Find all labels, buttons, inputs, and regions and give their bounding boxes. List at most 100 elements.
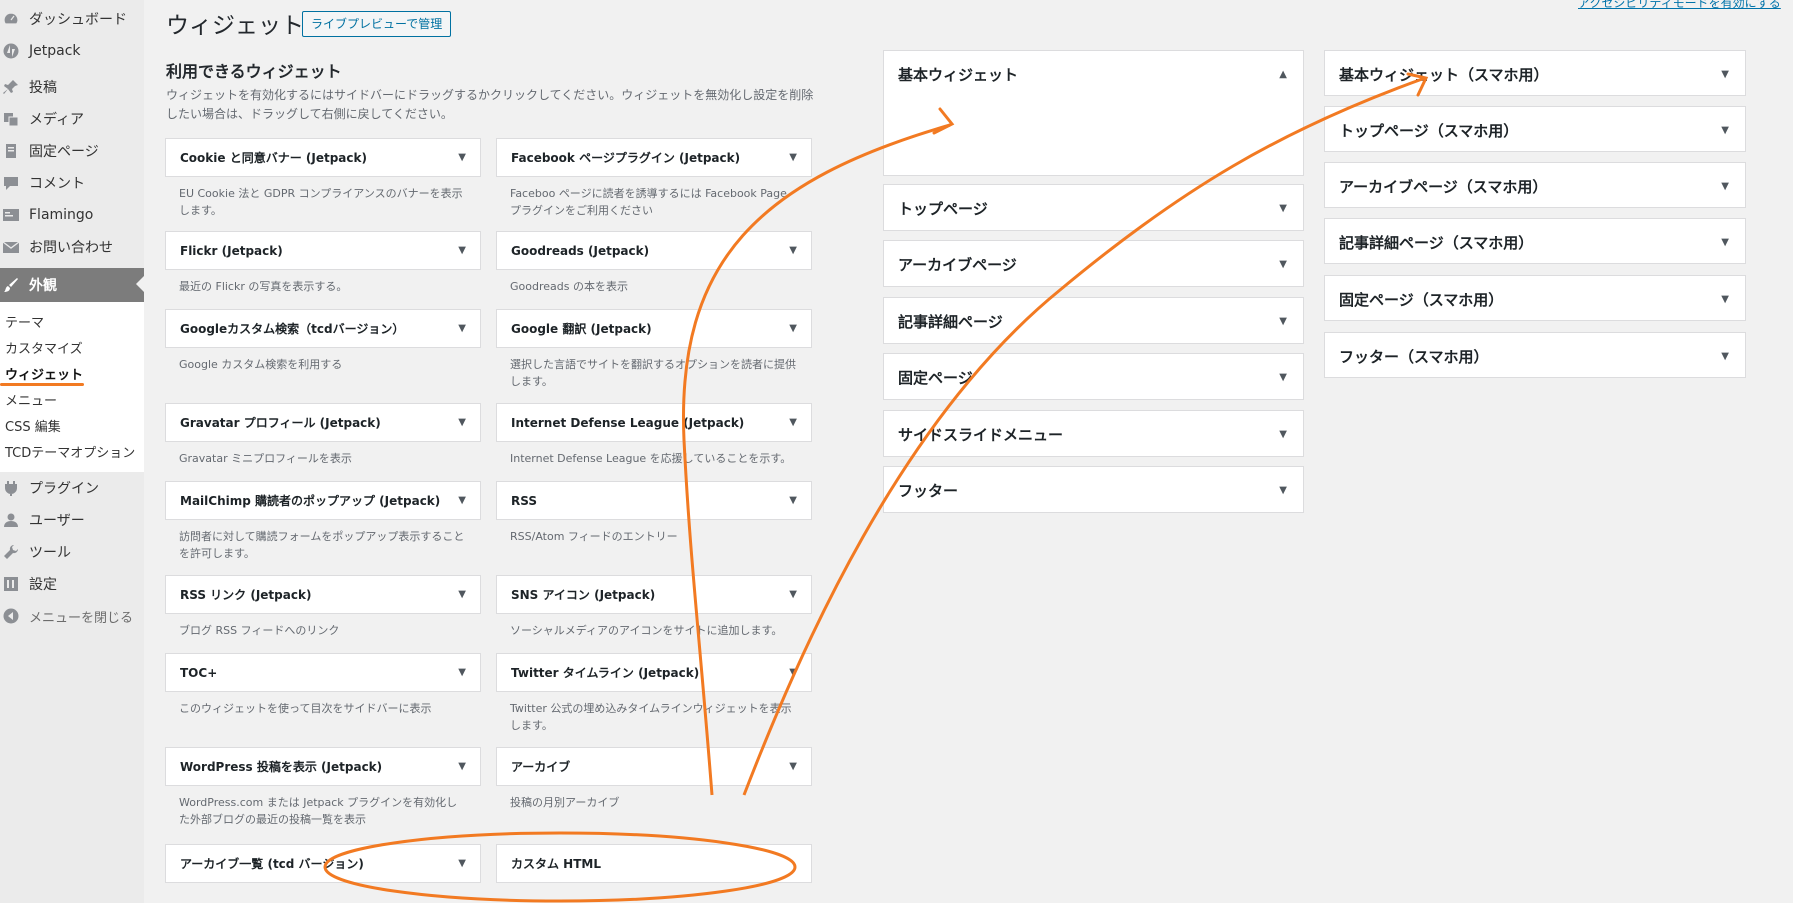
sidebar-item-label: ダッシュボード: [29, 12, 127, 28]
chevron-down-icon[interactable]: ▼: [458, 589, 466, 600]
chevron-down-icon[interactable]: ▼: [1279, 203, 1287, 214]
chevron-down-icon[interactable]: ▼: [458, 667, 466, 678]
sidebar-item-label: Jetpack: [29, 43, 81, 59]
submenu-item-customize[interactable]: カスタマイズ: [0, 334, 144, 360]
chevron-down-icon[interactable]: ▼: [789, 761, 797, 772]
chevron-down-icon[interactable]: ▼: [458, 417, 466, 428]
chevron-down-icon[interactable]: ▼: [789, 417, 797, 428]
submenu-item-tcd-options[interactable]: TCDテーマオプション: [0, 438, 144, 464]
widget-toc-plus[interactable]: TOC+ ▼ このウィジェットを使って目次をサイドバーに表示: [165, 653, 481, 717]
collapse-menu-button[interactable]: メニューを閉じる: [0, 600, 144, 632]
chevron-down-icon[interactable]: ▼: [789, 245, 797, 256]
widget-goodreads[interactable]: Goodreads (Jetpack) ▼ Goodreads の本を表示: [496, 231, 812, 295]
sidebar-item-tools[interactable]: ツール: [0, 536, 144, 568]
widget-cookie-banner[interactable]: Cookie と同意バナー (Jetpack) ▼ EU Cookie 法と GD…: [165, 138, 481, 219]
area-top-page[interactable]: トップページ ▼: [883, 184, 1304, 231]
chevron-down-icon[interactable]: ▼: [1721, 125, 1729, 136]
submenu-item-themes[interactable]: テーマ: [0, 308, 144, 334]
area-archive-page[interactable]: アーカイブページ ▼: [883, 240, 1304, 287]
widget-title: SNS アイコン (Jetpack): [511, 588, 656, 602]
sidebar-item-users[interactable]: ユーザー: [0, 504, 144, 536]
area-single-page[interactable]: 記事詳細ページ ▼: [883, 297, 1304, 344]
widget-description: Google カスタム検索を利用する: [179, 358, 343, 371]
chevron-down-icon[interactable]: ▼: [1721, 294, 1729, 305]
chevron-down-icon[interactable]: ▼: [458, 323, 466, 334]
area-static-page-sp[interactable]: 固定ページ（スマホ用） ▼: [1324, 275, 1746, 321]
chevron-down-icon[interactable]: ▼: [1721, 181, 1729, 192]
sidebar-item-label: プラグイン: [29, 481, 99, 497]
sidebar-item-media[interactable]: メディア: [0, 103, 144, 135]
chevron-down-icon[interactable]: ▼: [789, 152, 797, 163]
widget-title: Gravatar プロフィール (Jetpack): [180, 416, 381, 430]
sidebar-item-label: メディア: [29, 112, 85, 128]
sidebar-item-posts[interactable]: 投稿: [0, 71, 144, 103]
chevron-down-icon[interactable]: ▼: [1279, 372, 1287, 383]
widget-facebook-page[interactable]: Facebook ページプラグイン (Jetpack) ▼ Faceboo ページ…: [496, 138, 812, 219]
widget-flickr[interactable]: Flickr (Jetpack) ▼ 最近の Flickr の写真を表示する。: [165, 231, 481, 295]
media-icon: [1, 109, 21, 129]
widget-wordpress-posts[interactable]: WordPress 投稿を表示 (Jetpack) ▼ WordPress.com…: [165, 747, 481, 828]
chevron-down-icon[interactable]: ▼: [789, 323, 797, 334]
widget-description: 投稿の月別アーカイブ: [510, 796, 620, 809]
sidebar-item-label: ツール: [29, 545, 71, 561]
chevron-down-icon[interactable]: ▼: [1721, 351, 1729, 362]
chevron-down-icon[interactable]: ▼: [789, 495, 797, 506]
chevron-down-icon[interactable]: ▼: [1279, 485, 1287, 496]
chevron-down-icon[interactable]: ▼: [458, 495, 466, 506]
submenu-item-css-edit[interactable]: CSS 編集: [0, 412, 144, 438]
brush-icon: [1, 275, 21, 295]
sidebar-item-jetpack[interactable]: Jetpack: [0, 35, 144, 67]
sidebar-item-settings[interactable]: 設定: [0, 568, 144, 600]
area-footer-sp[interactable]: フッター（スマホ用） ▼: [1324, 332, 1746, 378]
area-single-page-sp[interactable]: 記事詳細ページ（スマホ用） ▼: [1324, 218, 1746, 264]
widget-google-translate[interactable]: Google 翻訳 (Jetpack) ▼ 選択した言語でサイトを翻訳するオプショ…: [496, 309, 812, 390]
area-static-page[interactable]: 固定ページ ▼: [883, 353, 1304, 400]
widget-title: アーカイブ一覧 (tcd バージョン): [180, 857, 364, 871]
submenu-item-widgets[interactable]: ウィジェット: [0, 360, 144, 386]
area-top-page-sp[interactable]: トップページ（スマホ用） ▼: [1324, 106, 1746, 152]
widget-custom-html[interactable]: カスタム HTML: [496, 844, 812, 883]
widget-twitter-timeline[interactable]: Twitter タイムライン (Jetpack) ▼ Twitter 公式の埋め込…: [496, 653, 812, 734]
chevron-down-icon[interactable]: ▼: [1721, 237, 1729, 248]
widget-rss[interactable]: RSS ▼ RSS/Atom フィードのエントリー: [496, 481, 812, 545]
widget-title: Internet Defense League (Jetpack): [511, 415, 745, 430]
accessibility-mode-link[interactable]: アクセシビリティモードを有効にする: [1578, 0, 1781, 11]
chevron-down-icon[interactable]: ▼: [1279, 316, 1287, 327]
widget-rss-links[interactable]: RSS リンク (Jetpack) ▼ ブログ RSS フィードへのリンク: [165, 575, 481, 639]
sidebar-item-dashboard[interactable]: ダッシュボード: [0, 3, 144, 35]
sidebar-item-comments[interactable]: コメント: [0, 167, 144, 199]
area-side-slide-menu[interactable]: サイドスライドメニュー ▼: [883, 410, 1304, 457]
submenu-item-menus[interactable]: メニュー: [0, 386, 144, 412]
widget-sns-icons[interactable]: SNS アイコン (Jetpack) ▼ ソーシャルメディアのアイコンをサイトに追…: [496, 575, 812, 639]
chevron-down-icon[interactable]: ▼: [789, 589, 797, 600]
widget-internet-defense-league[interactable]: Internet Defense League (Jetpack) ▼ Inter…: [496, 403, 812, 467]
live-preview-button[interactable]: ライブプレビューで管理: [302, 11, 452, 37]
sidebar-item-flamingo[interactable]: Flamingo: [0, 199, 144, 231]
chevron-up-icon[interactable]: ▲: [1279, 69, 1287, 80]
widget-archives[interactable]: アーカイブ ▼ 投稿の月別アーカイブ: [496, 747, 812, 811]
widget-google-custom-search[interactable]: Googleカスタム検索（tcdバージョン） ▼ Google カスタム検索を利用…: [165, 309, 481, 373]
chevron-down-icon[interactable]: ▼: [458, 858, 466, 869]
area-title: 固定ページ（スマホ用）: [1339, 290, 1504, 309]
chevron-down-icon[interactable]: ▼: [1279, 259, 1287, 270]
chevron-down-icon[interactable]: ▼: [458, 152, 466, 163]
area-title: サイドスライドメニュー: [898, 425, 1064, 444]
sidebar-item-plugins[interactable]: プラグイン: [0, 472, 144, 504]
widget-title: RSS: [511, 493, 537, 508]
chevron-down-icon[interactable]: ▼: [1279, 429, 1287, 440]
area-archive-page-sp[interactable]: アーカイブページ（スマホ用） ▼: [1324, 162, 1746, 208]
chevron-down-icon[interactable]: ▼: [458, 761, 466, 772]
widget-archive-list-tcd[interactable]: アーカイブ一覧 (tcd バージョン) ▼: [165, 844, 481, 883]
chevron-down-icon[interactable]: ▼: [1721, 69, 1729, 80]
area-basic-widgets-sp[interactable]: 基本ウィジェット（スマホ用） ▼: [1324, 50, 1746, 96]
sidebar-item-pages[interactable]: 固定ページ: [0, 135, 144, 167]
sidebar-item-appearance[interactable]: 外観: [0, 268, 144, 302]
widget-mailchimp-popup[interactable]: MailChimp 購読者のポップアップ (Jetpack) ▼ 訪問者に対して購…: [165, 481, 481, 562]
area-basic-widgets[interactable]: 基本ウィジェット ▲: [883, 50, 1304, 176]
chevron-down-icon[interactable]: ▼: [789, 667, 797, 678]
chevron-down-icon[interactable]: ▼: [458, 245, 466, 256]
area-footer[interactable]: フッター ▼: [883, 466, 1304, 513]
sidebar-item-contact[interactable]: お問い合わせ: [0, 231, 144, 263]
widget-gravatar-profile[interactable]: Gravatar プロフィール (Jetpack) ▼ Gravatar ミニプロ…: [165, 403, 481, 467]
widget-description: 訪問者に対して購読フォームをポップアップ表示することを許可します。: [179, 530, 465, 560]
